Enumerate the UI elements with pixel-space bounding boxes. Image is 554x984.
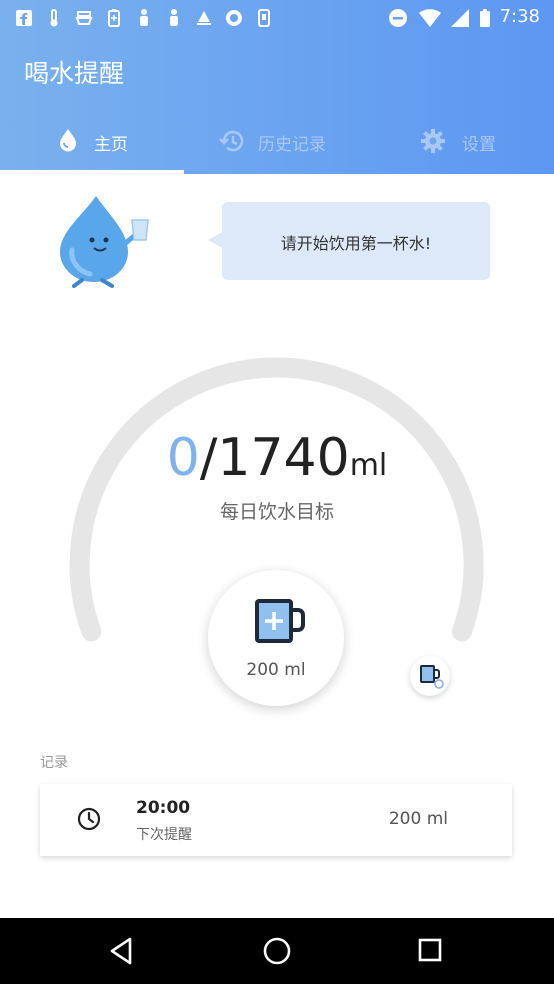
home-icon[interactable] [262, 936, 292, 966]
add-cup-icon [255, 599, 305, 643]
daily-goal-label: 每日饮水目标 [219, 501, 334, 523]
navigation-bar [0, 918, 554, 984]
cup-size-label: 200 ml [246, 660, 306, 680]
intake-amount: 0/1740ml [0, 428, 554, 496]
intake-current: 0 [166, 428, 200, 488]
switch-cup-icon [420, 665, 444, 689]
intake-separator: / [199, 428, 218, 488]
record-time: 20:00 [136, 798, 191, 818]
list-item[interactable]: 20:00 下次提醒 200 ml [40, 784, 512, 856]
recents-icon[interactable] [418, 938, 442, 962]
record-subtitle: 下次提醒 [136, 827, 192, 843]
add-water-button[interactable]: 200 ml [208, 570, 344, 706]
intake-unit: ml [349, 448, 388, 483]
clock-icon [77, 807, 101, 831]
back-icon[interactable] [108, 936, 134, 966]
records-heading: 记录 [40, 755, 68, 771]
intake-goal: 1740 [217, 428, 350, 488]
switch-cup-button[interactable] [410, 656, 450, 696]
record-amount: 200 ml [388, 809, 448, 829]
